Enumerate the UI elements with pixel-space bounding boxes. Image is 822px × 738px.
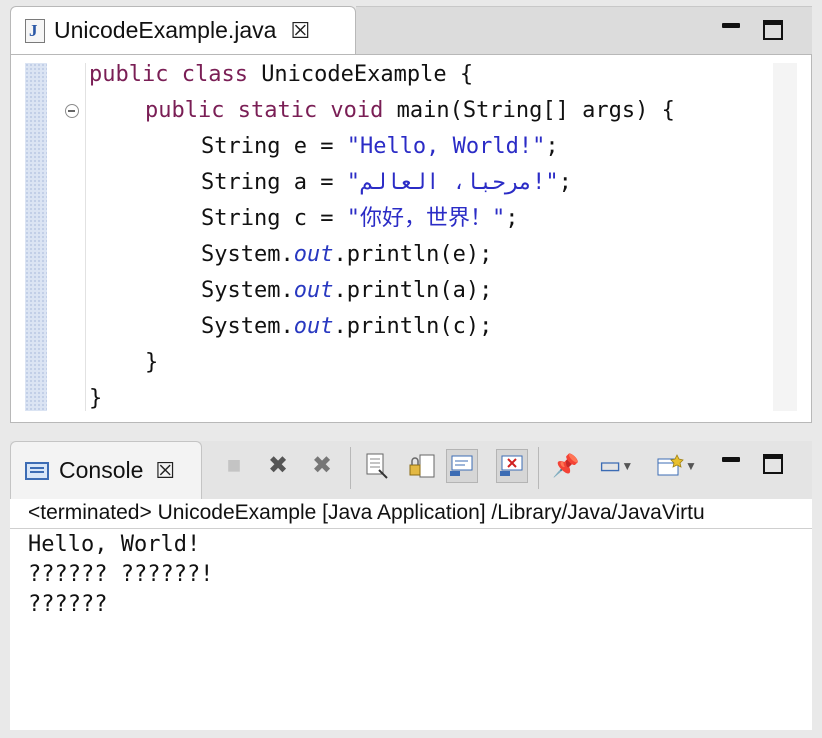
remove-all-terminated-icon[interactable]: ✖ — [306, 449, 338, 483]
console-header: Console ☒ ■ ✖ ✖ 📌 ▭ ▼ ▼ — [10, 441, 812, 499]
console-minimize-icon[interactable] — [720, 453, 742, 475]
console-icon — [25, 461, 49, 480]
code-line: public static void main(String[] args) { — [145, 98, 675, 123]
console-output[interactable]: Hello, World! ?????? ??????! ?????? — [10, 529, 812, 730]
pin-console-icon[interactable]: 📌 — [550, 449, 582, 483]
editor-tab-title: UnicodeExample.java — [54, 17, 277, 43]
console-pane: Console ☒ ■ ✖ ✖ 📌 ▭ ▼ ▼ <terminated> Uni… — [10, 441, 812, 730]
java-file-icon-letter: J — [29, 20, 38, 40]
show-on-stderr-icon[interactable] — [496, 449, 528, 483]
chevron-down-icon: ▼ — [621, 459, 634, 473]
code-line: } — [89, 386, 103, 411]
console-tab-title: Console — [59, 457, 144, 483]
editor-maximize-icon[interactable] — [762, 19, 784, 41]
chevron-down-icon: ▼ — [685, 459, 697, 473]
java-file-icon: J — [25, 18, 45, 43]
code-line: } — [145, 350, 159, 375]
editor-tab-strip — [356, 6, 812, 54]
editor-scrollbar[interactable] — [773, 63, 797, 411]
open-console-icon[interactable]: ▼ — [650, 449, 702, 483]
clear-console-icon[interactable] — [362, 449, 394, 483]
code-line: System.out.println(c); — [201, 314, 493, 339]
console-output-line: ?????? — [28, 592, 108, 617]
console-tab-close-icon[interactable]: ☒ — [155, 459, 175, 481]
toolbar-separator — [350, 447, 351, 489]
editor-tab[interactable]: J UnicodeExample.java ☒ — [10, 6, 356, 54]
console-maximize-icon[interactable] — [762, 453, 784, 475]
editor-tab-close-icon[interactable]: ☒ — [290, 19, 310, 41]
terminate-icon[interactable]: ■ — [218, 449, 250, 483]
console-output-line: Hello, World! — [28, 532, 201, 557]
code-line: String e = "Hello, World!"; — [201, 134, 559, 159]
code-line: System.out.println(e); — [201, 242, 493, 267]
display-selected-console-icon[interactable]: ▭ ▼ — [594, 449, 638, 483]
show-on-stdout-icon[interactable] — [446, 449, 478, 483]
fold-collapse-icon[interactable] — [65, 104, 79, 118]
change-gutter — [25, 63, 47, 411]
editor-minimize-icon[interactable] — [720, 19, 742, 41]
display-selected-console-glyph: ▭ — [598, 452, 622, 479]
terminated-label: <terminated> UnicodeExample [Java Applic… — [28, 501, 705, 524]
code-line: String a = "مرحبا، العالم!"; — [201, 170, 572, 195]
console-tab[interactable]: Console ☒ — [10, 441, 202, 499]
line-ruler — [85, 63, 86, 411]
code-line: public class UnicodeExample { — [89, 62, 474, 87]
code-line: System.out.println(a); — [201, 278, 493, 303]
console-status-path: <terminated> UnicodeExample [Java Applic… — [10, 499, 812, 529]
console-output-line: ?????? ??????! — [28, 562, 214, 587]
code-editor[interactable]: public class UnicodeExample { public sta… — [10, 54, 812, 423]
scroll-lock-icon[interactable] — [406, 449, 438, 483]
toolbar-separator — [538, 447, 539, 489]
code-line: String c = "你好，世界！"; — [201, 206, 519, 231]
remove-launch-icon[interactable]: ✖ — [262, 449, 294, 483]
editor-pane: J UnicodeExample.java ☒ public class Uni… — [10, 6, 812, 423]
